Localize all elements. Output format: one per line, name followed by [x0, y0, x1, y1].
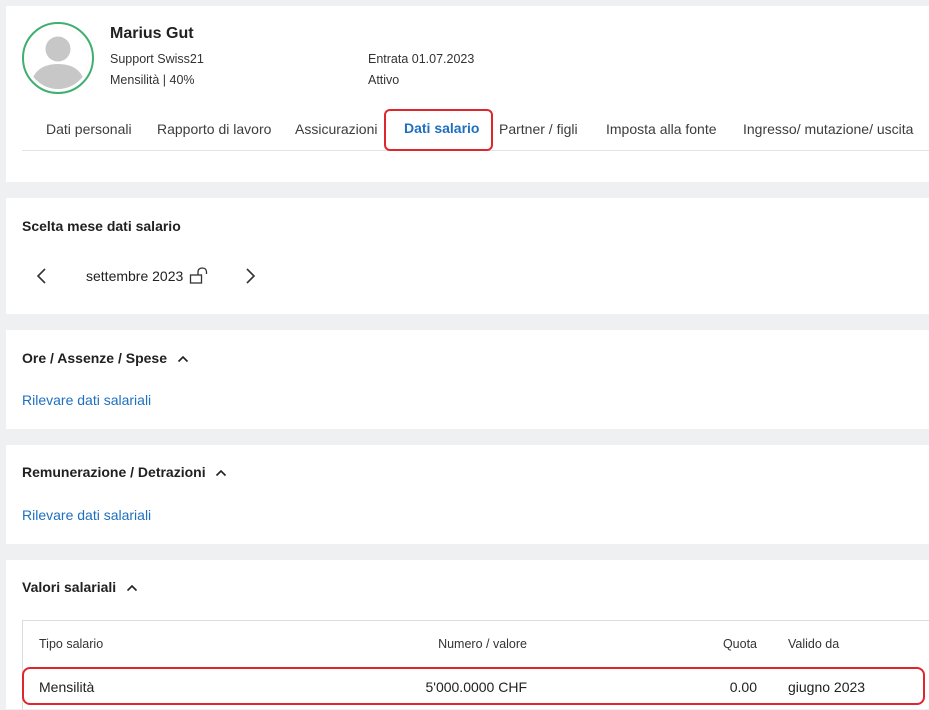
tab-partner-figli[interactable]: Partner / figli	[499, 106, 578, 150]
tab-dati-personali[interactable]: Dati personali	[46, 106, 132, 150]
tab-imposta-alla-fonte[interactable]: Imposta alla fonte	[606, 106, 717, 150]
employee-monthly-rate: Mensilità | 40%	[110, 73, 195, 87]
unlock-icon[interactable]	[189, 267, 209, 285]
tab-rapporto-di-lavoro[interactable]: Rapporto di lavoro	[157, 106, 271, 150]
chevron-up-icon	[216, 470, 227, 477]
remunerazione-detrazioni-card: Remunerazione / Detrazioni Rilevare dati…	[6, 445, 929, 544]
rem-rilevare-link[interactable]: Rilevare dati salariali	[22, 507, 151, 523]
rem-section-header[interactable]: Remunerazione / Detrazioni	[22, 464, 227, 480]
month-section-title: Scelta mese dati salario	[22, 218, 181, 234]
employee-header-card: Marius Gut Support Swiss21 Mensilità | 4…	[6, 6, 929, 182]
employee-status: Attivo	[368, 73, 400, 87]
valori-section-header[interactable]: Valori salariali	[22, 579, 138, 595]
ore-rilevare-link[interactable]: Rilevare dati salariali	[22, 392, 151, 408]
previous-month-button[interactable]	[32, 266, 52, 286]
ore-assenze-spese-card: Ore / Assenze / Spese Rilevare dati sala…	[6, 330, 929, 429]
user-silhouette-icon	[27, 27, 89, 89]
tab-ingresso-mutazione-uscita[interactable]: Ingresso/ mutazione/ uscita	[743, 106, 913, 150]
rem-section-title: Remunerazione / Detrazioni	[22, 464, 206, 480]
ore-section-header[interactable]: Ore / Assenze / Spese	[22, 350, 189, 366]
next-month-button[interactable]	[240, 266, 260, 286]
column-header-tipo-salario: Tipo salario	[39, 637, 104, 651]
selected-month: settembre 2023	[86, 268, 184, 284]
valori-section-title: Valori salariali	[22, 579, 117, 595]
column-header-valido-da: Valido da	[788, 637, 840, 651]
chevron-up-icon	[126, 585, 138, 592]
employee-entry-date: Entrata 01.07.2023	[368, 52, 475, 66]
salary-row-highlight	[22, 667, 925, 705]
employee-company: Support Swiss21	[110, 52, 204, 66]
employee-name: Marius Gut	[110, 25, 194, 42]
ore-section-title: Ore / Assenze / Spese	[22, 350, 167, 366]
chevron-up-icon	[177, 356, 188, 363]
column-header-numero-valore: Numero / valore	[438, 637, 527, 651]
column-header-quota: Quota	[722, 637, 757, 651]
tab-assicurazioni[interactable]: Assicurazioni	[295, 106, 377, 150]
month-selection-card: Scelta mese dati salario settembre 2023	[6, 198, 929, 314]
chevron-right-icon	[246, 268, 256, 284]
chevron-left-icon	[36, 268, 46, 284]
avatar	[22, 22, 94, 94]
active-tab-highlight	[384, 109, 493, 151]
